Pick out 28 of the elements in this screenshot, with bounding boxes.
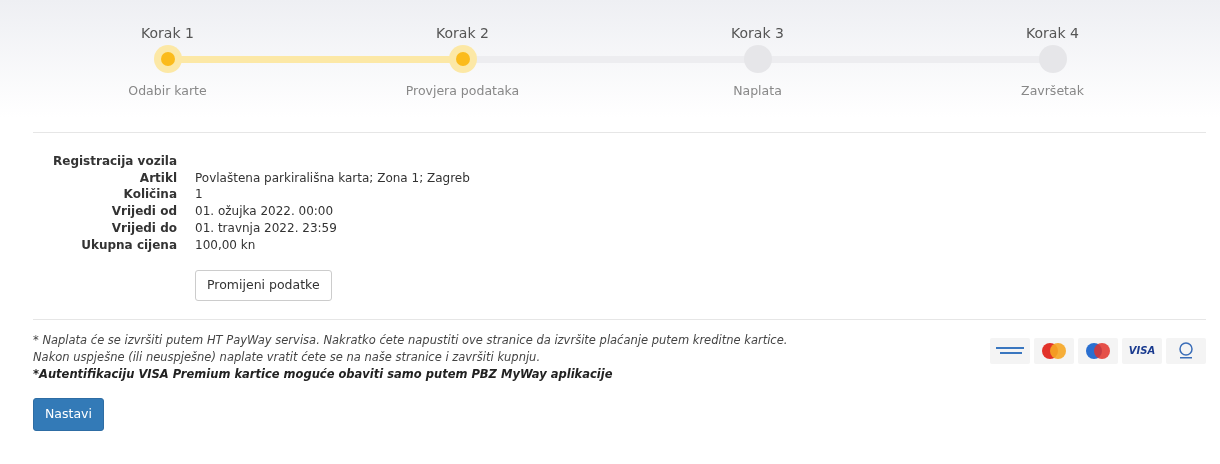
step-label: Naplata	[733, 82, 782, 100]
field-label: Vrijedi od	[110, 203, 177, 220]
field-label: Vrijedi do	[110, 219, 177, 237]
step-title: Korak 1	[141, 24, 194, 43]
field-value: 1	[195, 186, 204, 204]
warning-note: *Autentifikaciju VISA Premium kartice moguće obaviti samo putem PBZ MyWay aplikacije	[33, 365, 614, 383]
field-value: Povlaštena parkirališna karta; Zona 1; Zagreb	[195, 169, 470, 187]
step-title: Korak 4	[1026, 24, 1079, 43]
field-label: Ukupna cijena	[80, 236, 177, 254]
overlapping-circles-icon	[1034, 337, 1074, 364]
step-label: Provjera podataka	[405, 82, 520, 100]
field-value: 01. travnja 2022. 23:59	[195, 219, 338, 237]
payment-note: * Naplata će se izvršiti putem HT PayWay servisa. Nakratko ćete napustiti ove stranice da izvršite plaćanje putem kreditne kartice. Nakon uspješne (ili neuspješne) naplate vratit ćete se na naše stranice i završiti kupnju.	[33, 331, 789, 366]
continue-button[interactable]: Nastavi	[33, 397, 104, 431]
step-title: Korak 3	[731, 24, 784, 43]
field-label: Registracija vozila	[52, 153, 177, 170]
field-value: 100,00 kn	[195, 236, 257, 254]
overlapping-circles-icon	[1078, 337, 1118, 364]
change-data-button[interactable]: Promijeni podatke	[195, 270, 332, 301]
step-title: Korak 2	[436, 24, 489, 43]
visa-logo: VISA	[1128, 344, 1156, 359]
field-value: 01. ožujka 2022. 00:00	[195, 203, 335, 220]
field-label: Količina	[122, 186, 177, 204]
step-label: Završetak	[1021, 82, 1084, 100]
field-label: Artikl	[138, 169, 177, 187]
card-logo-icon	[990, 337, 1030, 364]
step-label: Odabir karte	[128, 82, 207, 100]
circle-logo-icon	[1166, 337, 1206, 364]
